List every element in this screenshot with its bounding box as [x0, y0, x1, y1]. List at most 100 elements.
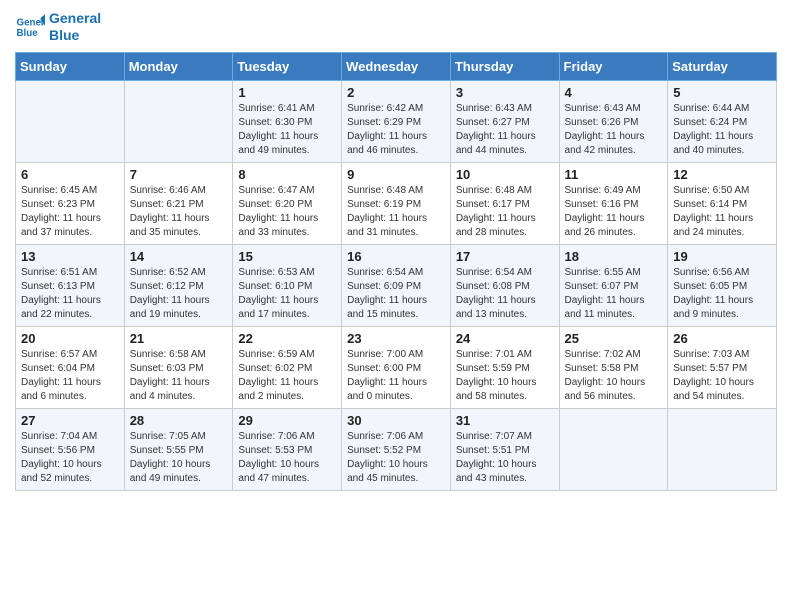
day-info: Sunrise: 6:45 AM Sunset: 6:23 PM Dayligh…: [21, 184, 119, 240]
day-info: Sunrise: 6:44 AM Sunset: 6:24 PM Dayligh…: [673, 102, 771, 158]
day-number: 11: [565, 167, 663, 182]
col-header-thursday: Thursday: [450, 52, 559, 80]
day-info: Sunrise: 7:05 AM Sunset: 5:55 PM Dayligh…: [130, 430, 228, 486]
calendar-cell: 30Sunrise: 7:06 AM Sunset: 5:52 PM Dayli…: [342, 408, 451, 490]
day-info: Sunrise: 6:43 AM Sunset: 6:26 PM Dayligh…: [565, 102, 663, 158]
day-info: Sunrise: 6:49 AM Sunset: 6:16 PM Dayligh…: [565, 184, 663, 240]
day-info: Sunrise: 6:55 AM Sunset: 6:07 PM Dayligh…: [565, 266, 663, 322]
calendar-cell: 26Sunrise: 7:03 AM Sunset: 5:57 PM Dayli…: [668, 326, 777, 408]
calendar-cell: 8Sunrise: 6:47 AM Sunset: 6:20 PM Daylig…: [233, 162, 342, 244]
day-info: Sunrise: 7:00 AM Sunset: 6:00 PM Dayligh…: [347, 348, 445, 404]
col-header-sunday: Sunday: [16, 52, 125, 80]
calendar-cell: 19 Sunrise: 6:56 AM Sunset: 6:05 PM Dayli…: [668, 244, 777, 326]
day-number: 18: [565, 249, 663, 264]
logo-icon: General Blue: [15, 12, 45, 42]
day-number: 17: [456, 249, 554, 264]
day-info: Sunrise: 6:54 AM Sunset: 6:09 PM Dayligh…: [347, 266, 445, 322]
day-info: Sunrise: 6:51 AM Sunset: 6:13 PM Dayligh…: [21, 266, 119, 322]
day-number: 16: [347, 249, 445, 264]
calendar-cell: 31Sunrise: 7:07 AM Sunset: 5:51 PM Dayli…: [450, 408, 559, 490]
calendar-table: SundayMondayTuesdayWednesdayThursdayFrid…: [15, 52, 777, 491]
calendar-cell: 4 Sunrise: 6:43 AM Sunset: 6:26 PM Daylig…: [559, 80, 668, 162]
day-info: Sunrise: 7:06 AM Sunset: 5:52 PM Dayligh…: [347, 430, 445, 486]
logo: General Blue General Blue: [15, 10, 101, 44]
calendar-cell: 11 Sunrise: 6:49 AM Sunset: 6:16 PM Dayli…: [559, 162, 668, 244]
day-info: Sunrise: 6:54 AM Sunset: 6:08 PM Dayligh…: [456, 266, 554, 322]
calendar-cell: 20 Sunrise: 6:57 AM Sunset: 6:04 PM Dayli…: [16, 326, 125, 408]
calendar-cell: 29 Sunrise: 7:06 AM Sunset: 5:53 PM Dayli…: [233, 408, 342, 490]
day-number: 15: [238, 249, 336, 264]
day-number: 22: [238, 331, 336, 346]
day-number: 19: [673, 249, 771, 264]
page-header: General Blue General Blue: [15, 10, 777, 44]
calendar-cell: 5 Sunrise: 6:44 AM Sunset: 6:24 PM Daylig…: [668, 80, 777, 162]
day-number: 4: [565, 85, 663, 100]
day-info: Sunrise: 6:52 AM Sunset: 6:12 PM Dayligh…: [130, 266, 228, 322]
calendar-cell: 6 Sunrise: 6:45 AM Sunset: 6:23 PM Daylig…: [16, 162, 125, 244]
calendar-cell: 27 Sunrise: 7:04 AM Sunset: 5:56 PM Dayli…: [16, 408, 125, 490]
calendar-cell: 3 Sunrise: 6:43 AM Sunset: 6:27 PM Daylig…: [450, 80, 559, 162]
day-info: Sunrise: 6:58 AM Sunset: 6:03 PM Dayligh…: [130, 348, 228, 404]
day-number: 14: [130, 249, 228, 264]
calendar-cell: 1 Sunrise: 6:41 AM Sunset: 6:30 PM Daylig…: [233, 80, 342, 162]
day-number: 3: [456, 85, 554, 100]
col-header-monday: Monday: [124, 52, 233, 80]
day-number: 24: [456, 331, 554, 346]
day-number: 5: [673, 85, 771, 100]
day-info: Sunrise: 6:41 AM Sunset: 6:30 PM Dayligh…: [238, 102, 336, 158]
day-number: 6: [21, 167, 119, 182]
day-number: 10: [456, 167, 554, 182]
calendar-cell: 15 Sunrise: 6:53 AM Sunset: 6:10 PM Dayli…: [233, 244, 342, 326]
day-number: 21: [130, 331, 228, 346]
day-info: Sunrise: 7:02 AM Sunset: 5:58 PM Dayligh…: [565, 348, 663, 404]
day-info: Sunrise: 6:53 AM Sunset: 6:10 PM Dayligh…: [238, 266, 336, 322]
logo-text: General Blue: [49, 10, 101, 44]
day-number: 27: [21, 413, 119, 428]
calendar-week-row: 13 Sunrise: 6:51 AM Sunset: 6:13 PM Dayli…: [16, 244, 777, 326]
day-info: Sunrise: 6:56 AM Sunset: 6:05 PM Dayligh…: [673, 266, 771, 322]
day-info: Sunrise: 6:46 AM Sunset: 6:21 PM Dayligh…: [130, 184, 228, 240]
day-number: 2: [347, 85, 445, 100]
calendar-cell: 14 Sunrise: 6:52 AM Sunset: 6:12 PM Dayli…: [124, 244, 233, 326]
calendar-cell: 2 Sunrise: 6:42 AM Sunset: 6:29 PM Daylig…: [342, 80, 451, 162]
day-number: 28: [130, 413, 228, 428]
day-info: Sunrise: 6:42 AM Sunset: 6:29 PM Dayligh…: [347, 102, 445, 158]
calendar-cell: 21 Sunrise: 6:58 AM Sunset: 6:03 PM Dayli…: [124, 326, 233, 408]
calendar-week-row: 1 Sunrise: 6:41 AM Sunset: 6:30 PM Daylig…: [16, 80, 777, 162]
day-number: 31: [456, 413, 554, 428]
calendar-cell: 22 Sunrise: 6:59 AM Sunset: 6:02 PM Dayli…: [233, 326, 342, 408]
calendar-week-row: 20 Sunrise: 6:57 AM Sunset: 6:04 PM Dayli…: [16, 326, 777, 408]
calendar-week-row: 6 Sunrise: 6:45 AM Sunset: 6:23 PM Daylig…: [16, 162, 777, 244]
calendar-cell: [559, 408, 668, 490]
calendar-cell: [668, 408, 777, 490]
day-info: Sunrise: 7:01 AM Sunset: 5:59 PM Dayligh…: [456, 348, 554, 404]
day-number: 23: [347, 331, 445, 346]
day-info: Sunrise: 7:06 AM Sunset: 5:53 PM Dayligh…: [238, 430, 336, 486]
day-info: Sunrise: 6:57 AM Sunset: 6:04 PM Dayligh…: [21, 348, 119, 404]
col-header-tuesday: Tuesday: [233, 52, 342, 80]
calendar-cell: 9Sunrise: 6:48 AM Sunset: 6:19 PM Daylig…: [342, 162, 451, 244]
day-info: Sunrise: 6:43 AM Sunset: 6:27 PM Dayligh…: [456, 102, 554, 158]
day-number: 29: [238, 413, 336, 428]
calendar-cell: 7Sunrise: 6:46 AM Sunset: 6:21 PM Daylig…: [124, 162, 233, 244]
day-number: 25: [565, 331, 663, 346]
col-header-wednesday: Wednesday: [342, 52, 451, 80]
calendar-cell: [16, 80, 125, 162]
calendar-cell: 16 Sunrise: 6:54 AM Sunset: 6:09 PM Dayli…: [342, 244, 451, 326]
calendar-cell: 12Sunrise: 6:50 AM Sunset: 6:14 PM Dayli…: [668, 162, 777, 244]
calendar-cell: 23 Sunrise: 7:00 AM Sunset: 6:00 PM Dayli…: [342, 326, 451, 408]
svg-text:Blue: Blue: [17, 28, 39, 39]
calendar-cell: 13 Sunrise: 6:51 AM Sunset: 6:13 PM Dayli…: [16, 244, 125, 326]
calendar-cell: 17 Sunrise: 6:54 AM Sunset: 6:08 PM Dayli…: [450, 244, 559, 326]
day-info: Sunrise: 6:48 AM Sunset: 6:19 PM Dayligh…: [347, 184, 445, 240]
day-info: Sunrise: 6:59 AM Sunset: 6:02 PM Dayligh…: [238, 348, 336, 404]
day-number: 13: [21, 249, 119, 264]
day-info: Sunrise: 6:48 AM Sunset: 6:17 PM Dayligh…: [456, 184, 554, 240]
day-info: Sunrise: 6:50 AM Sunset: 6:14 PM Dayligh…: [673, 184, 771, 240]
day-info: Sunrise: 7:04 AM Sunset: 5:56 PM Dayligh…: [21, 430, 119, 486]
day-number: 20: [21, 331, 119, 346]
calendar-week-row: 27 Sunrise: 7:04 AM Sunset: 5:56 PM Dayli…: [16, 408, 777, 490]
day-number: 1: [238, 85, 336, 100]
calendar-cell: 10 Sunrise: 6:48 AM Sunset: 6:17 PM Dayli…: [450, 162, 559, 244]
calendar-header-row: SundayMondayTuesdayWednesdayThursdayFrid…: [16, 52, 777, 80]
